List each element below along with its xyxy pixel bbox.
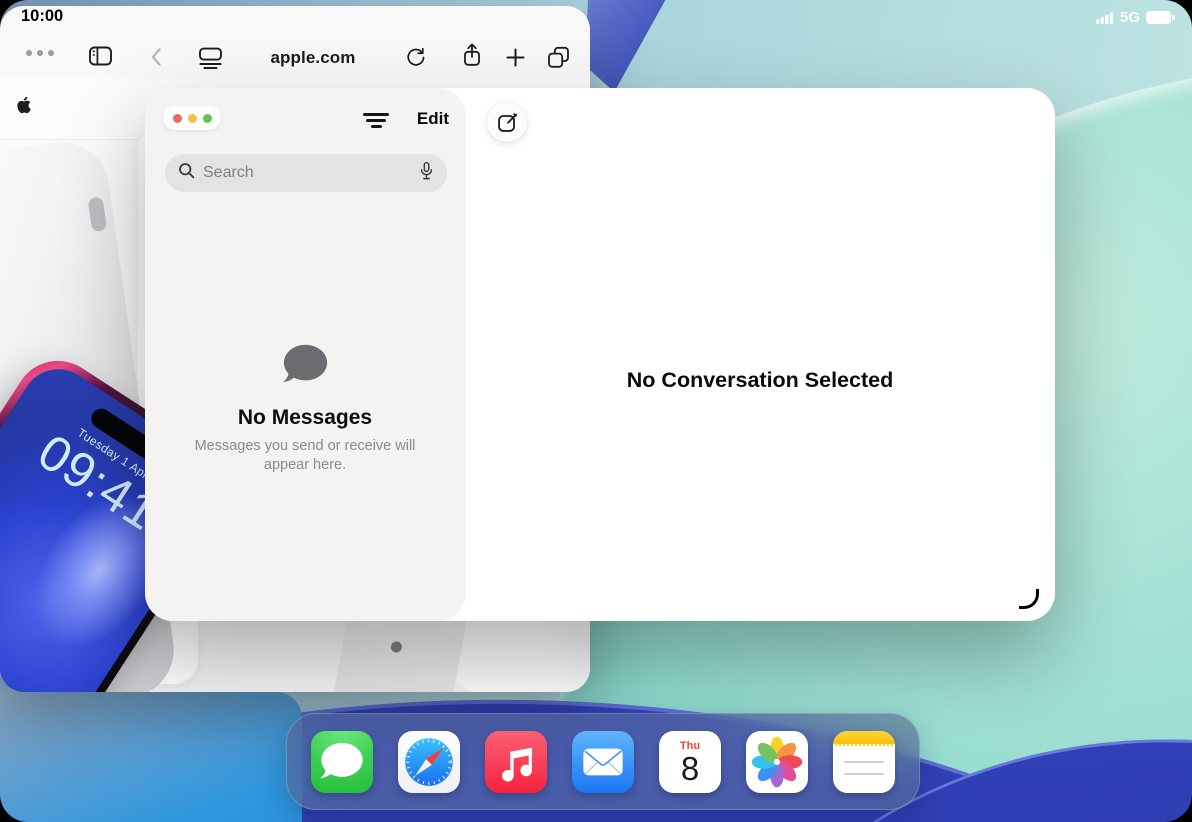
close-window-icon[interactable] (173, 114, 182, 123)
window-controls[interactable] (163, 106, 221, 130)
dock-notes-icon[interactable] (833, 731, 895, 793)
new-tab-icon[interactable] (505, 47, 526, 68)
empty-state-subtitle: Messages you send or receive will appear… (187, 437, 423, 475)
empty-state-title: No Messages (145, 406, 465, 430)
share-icon[interactable] (460, 42, 484, 68)
back-icon[interactable] (146, 46, 166, 68)
notes-header (833, 731, 895, 746)
messages-sidebar: Edit (145, 88, 465, 621)
safari-toolbar: apple.com (0, 6, 590, 78)
messages-window: Edit (145, 88, 1055, 621)
ipad-screen: Tuesday 1 April 09:41 18° 3 (0, 0, 1192, 822)
dock-photos-icon[interactable] (746, 731, 808, 793)
reload-icon[interactable] (404, 46, 427, 69)
search-input[interactable] (203, 164, 410, 182)
conversation-pane: No Conversation Selected (465, 88, 1055, 621)
search-icon (177, 161, 196, 185)
edit-button[interactable]: Edit (417, 109, 449, 129)
dock-messages-icon[interactable] (311, 731, 373, 793)
status-icons: 5G (1096, 9, 1171, 26)
network-badge: 5G (1120, 9, 1140, 26)
dock: Thu 8 (286, 713, 920, 810)
status-time: 10:00 (21, 7, 63, 26)
dock-mail-icon[interactable] (572, 731, 634, 793)
dictation-icon[interactable] (417, 160, 436, 187)
empty-state: No Messages Messages you send or receive… (145, 340, 465, 475)
speech-bubble-icon (277, 340, 334, 389)
address-bar[interactable]: apple.com (243, 48, 383, 68)
apple-logo-icon[interactable] (15, 95, 32, 120)
camera-dot (390, 641, 403, 654)
dock-safari-icon[interactable] (398, 731, 460, 793)
camera-detail (88, 197, 108, 233)
sidebar-toggle-icon[interactable] (88, 44, 113, 68)
search-bar[interactable] (165, 154, 447, 192)
page-format-icon[interactable] (198, 46, 223, 70)
signal-icon (1096, 12, 1114, 24)
tabs-icon[interactable] (546, 45, 571, 70)
no-conversation-label: No Conversation Selected (465, 368, 1055, 393)
battery-icon (1146, 11, 1171, 24)
wallpaper-blue-card (0, 692, 302, 822)
calendar-day: 8 (681, 752, 699, 786)
dock-music-icon[interactable] (485, 731, 547, 793)
wallpaper-blue-wedge (585, 0, 671, 92)
filter-icon[interactable] (363, 113, 389, 132)
more-options-icon[interactable] (26, 50, 54, 56)
minimize-window-icon[interactable] (188, 114, 197, 123)
dock-calendar-icon[interactable]: Thu 8 (659, 731, 721, 793)
zoom-window-icon[interactable] (203, 114, 212, 123)
